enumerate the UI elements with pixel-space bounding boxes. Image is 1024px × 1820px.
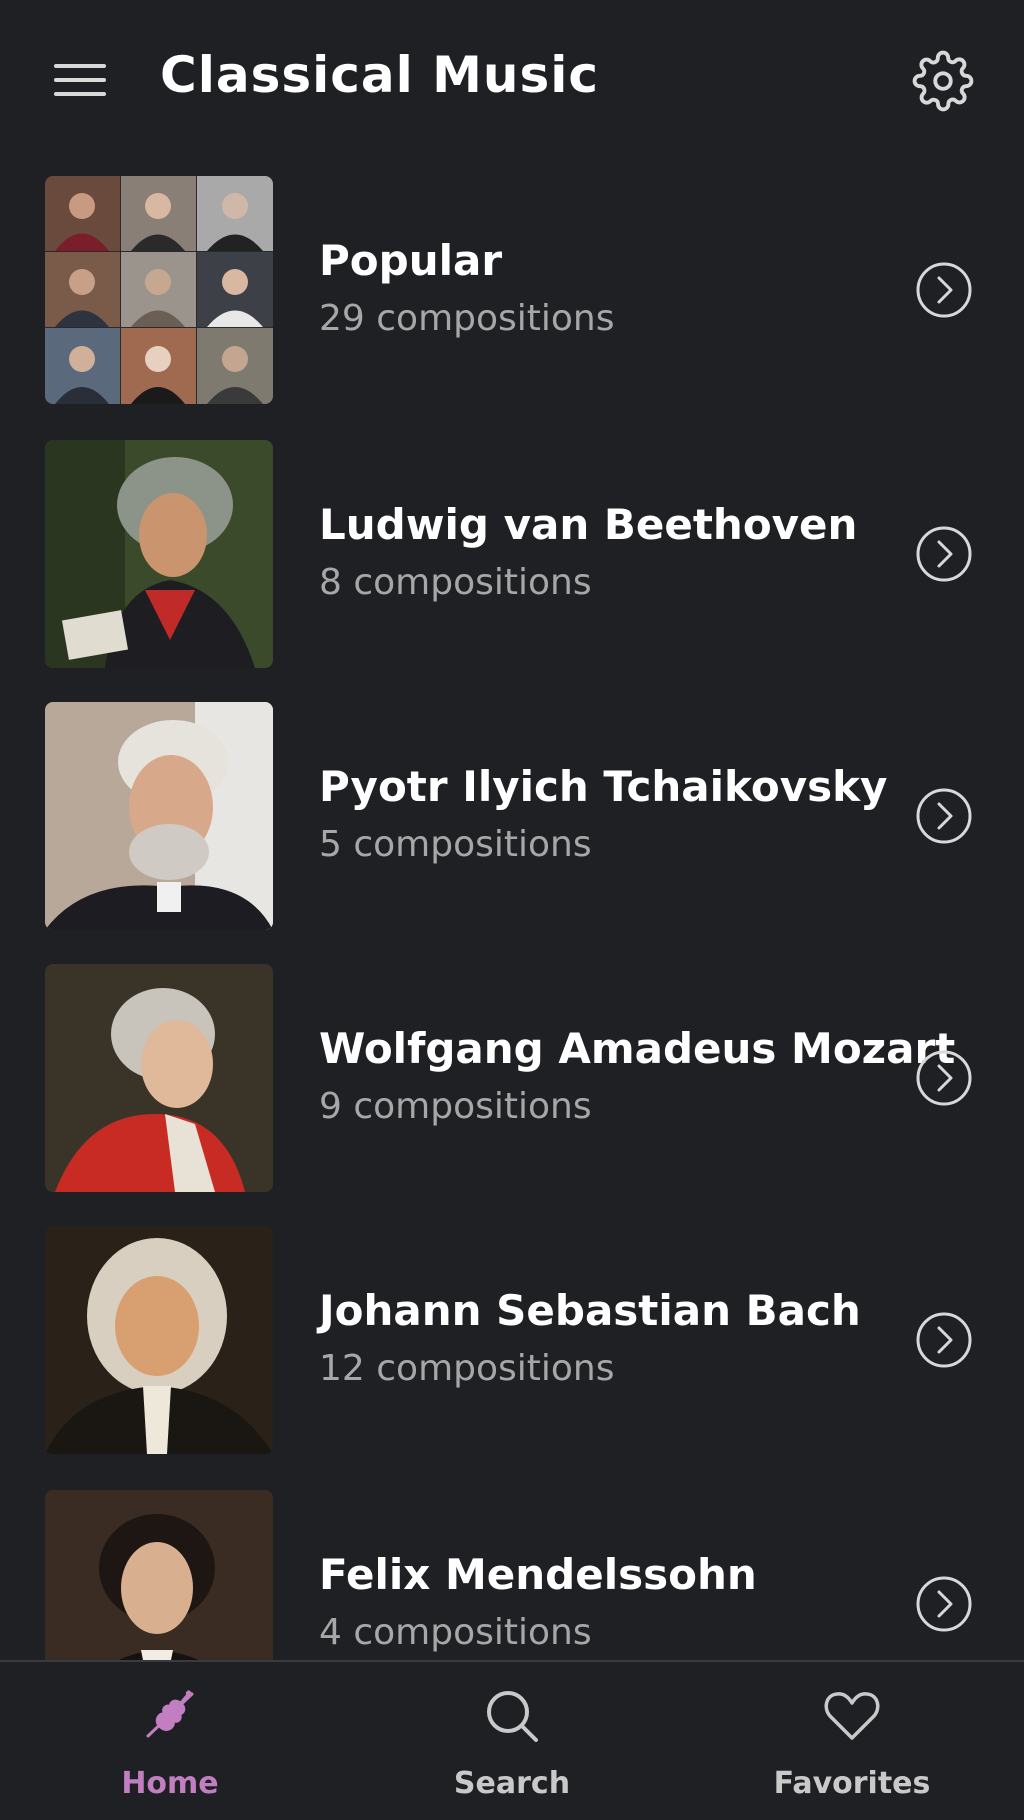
search-icon	[487, 1691, 538, 1742]
bach-portrait-image	[45, 1226, 273, 1454]
composer-name: Wolfgang Amadeus Mozart	[319, 1024, 956, 1073]
composer-row-mozart[interactable]: Wolfgang Amadeus Mozart 9 compositions	[0, 964, 1024, 1192]
gear-icon	[912, 50, 974, 112]
composer-list: Popular 29 compositions Ludwig van Beeth…	[0, 176, 1024, 1660]
composer-row-mendelssohn[interactable]: Felix Mendelssohn 4 compositions	[0, 1490, 1024, 1660]
chevron-right-circle-icon	[916, 1312, 972, 1368]
composition-count: 5 compositions	[319, 824, 592, 865]
mendelssohn-portrait-image	[45, 1490, 273, 1660]
nav-home[interactable]: Home	[70, 1662, 270, 1820]
violin-icon	[146, 1690, 194, 1738]
tchaikovsky-portrait-image	[45, 702, 273, 930]
composer-name: Popular	[319, 236, 503, 285]
composer-row-text: Ludwig van Beethoven 8 compositions	[319, 498, 899, 610]
nav-home-label: Home	[121, 1766, 219, 1801]
composer-row-popular[interactable]: Popular 29 compositions	[0, 176, 1024, 404]
composition-count: 8 compositions	[319, 562, 592, 603]
nav-favorites[interactable]: Favorites	[752, 1662, 952, 1820]
chevron-right-circle-icon	[916, 788, 972, 844]
composer-row-text: Popular 29 compositions	[319, 234, 899, 346]
menu-line	[54, 64, 106, 68]
composer-row-bach[interactable]: Johann Sebastian Bach 12 compositions	[0, 1226, 1024, 1454]
popular-collage-image	[45, 176, 273, 404]
composer-row-text: Johann Sebastian Bach 12 compositions	[319, 1284, 899, 1396]
composer-row-text: Felix Mendelssohn 4 compositions	[319, 1548, 899, 1660]
composition-count: 29 compositions	[319, 298, 615, 339]
composer-row-text: Wolfgang Amadeus Mozart 9 compositions	[319, 1022, 956, 1134]
page-title: Classical Music	[160, 46, 600, 104]
bottom-navigation-bar: Home Search Favorites	[0, 1660, 1024, 1820]
menu-line	[54, 92, 106, 96]
nav-favorites-label: Favorites	[773, 1766, 931, 1801]
menu-line	[54, 78, 106, 82]
composer-row-text: Pyotr Ilyich Tchaikovsky 5 compositions	[319, 760, 899, 872]
heart-icon	[824, 1692, 880, 1740]
beethoven-portrait-image	[45, 440, 273, 668]
chevron-right-circle-icon	[916, 1576, 972, 1632]
composer-name: Johann Sebastian Bach	[319, 1286, 861, 1335]
composer-name: Ludwig van Beethoven	[319, 500, 858, 549]
settings-button[interactable]	[912, 50, 974, 112]
menu-button[interactable]	[48, 56, 112, 104]
nav-search[interactable]: Search	[412, 1662, 612, 1820]
composer-row-tchaikovsky[interactable]: Pyotr Ilyich Tchaikovsky 5 compositions	[0, 702, 1024, 930]
composition-count: 12 compositions	[319, 1348, 615, 1389]
composition-count: 4 compositions	[319, 1612, 592, 1653]
nav-search-label: Search	[453, 1766, 571, 1801]
composer-name: Pyotr Ilyich Tchaikovsky	[319, 762, 888, 811]
chevron-right-circle-icon	[916, 1050, 972, 1106]
chevron-right-circle-icon	[916, 526, 972, 582]
composition-count: 9 compositions	[319, 1086, 592, 1127]
chevron-right-circle-icon	[916, 262, 972, 318]
app-root: Classical Music Popular 29 compositions …	[0, 0, 1024, 1820]
mozart-portrait-image	[45, 964, 273, 1192]
top-app-bar: Classical Music	[0, 0, 1024, 160]
composer-name: Felix Mendelssohn	[319, 1550, 757, 1599]
composer-row-beethoven[interactable]: Ludwig van Beethoven 8 compositions	[0, 440, 1024, 668]
